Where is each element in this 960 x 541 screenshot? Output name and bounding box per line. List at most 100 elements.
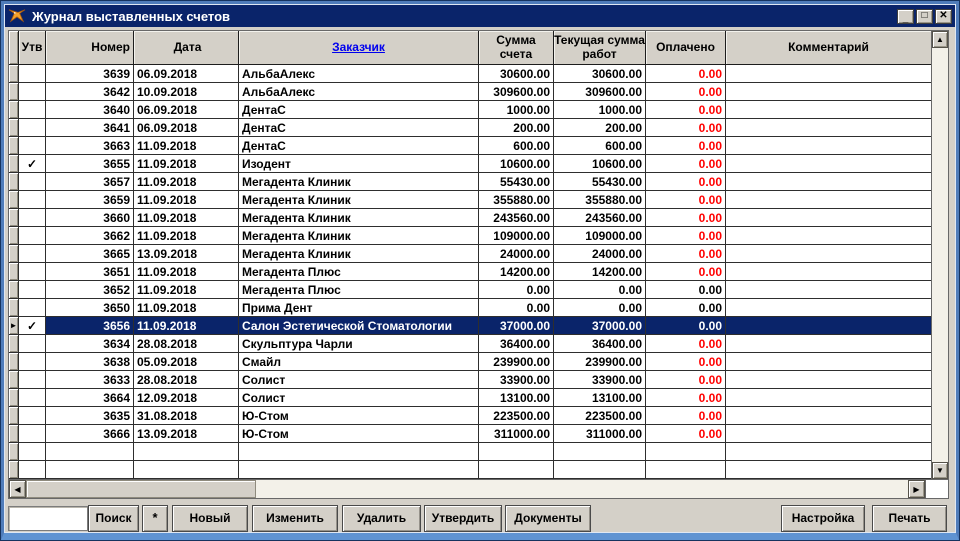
invoice-amount-cell[interactable]: 10600.00 [479,155,554,172]
approved-cell[interactable] [19,263,46,280]
approved-cell[interactable] [19,335,46,352]
paid-amount-cell[interactable]: 0.00 [646,353,726,370]
customer-cell[interactable]: Мегадента Клиник [239,227,479,244]
scroll-down-icon[interactable]: ▼ [932,462,948,479]
invoice-number-cell[interactable]: 3639 [46,65,134,82]
comment-cell[interactable] [726,263,931,280]
paid-amount-cell[interactable]: 0.00 [646,371,726,388]
current-amount-cell[interactable]: 200.00 [554,119,646,136]
comment-cell[interactable] [726,191,931,208]
approved-cell[interactable] [19,371,46,388]
minimize-button[interactable]: _ [897,9,914,24]
date-cell[interactable]: 06.09.2018 [134,119,239,136]
invoice-amount-cell[interactable]: 1000.00 [479,101,554,118]
invoice-amount-cell[interactable]: 14200.00 [479,263,554,280]
approved-cell[interactable] [19,245,46,262]
edit-button[interactable]: Изменить [252,505,338,532]
comment-cell[interactable] [726,281,931,298]
comment-cell[interactable] [726,407,931,424]
search-button[interactable]: Поиск [88,505,139,532]
approved-cell[interactable] [19,407,46,424]
date-cell[interactable]: 13.09.2018 [134,245,239,262]
invoice-number-cell[interactable]: 3664 [46,389,134,406]
invoice-amount-cell[interactable]: 24000.00 [479,245,554,262]
comment-cell[interactable] [726,137,931,154]
invoice-number-cell[interactable]: 3657 [46,173,134,190]
column-header-paid[interactable]: Оплачено [646,31,726,64]
column-header-current-amount[interactable]: Текущая сумма работ [554,31,646,64]
invoice-amount-cell[interactable]: 0.00 [479,299,554,316]
invoice-amount-cell[interactable]: 33900.00 [479,371,554,388]
customer-cell[interactable]: Смайл [239,353,479,370]
current-amount-cell[interactable]: 243560.00 [554,209,646,226]
settings-button[interactable]: Настройка [781,505,865,532]
comment-cell[interactable] [726,65,931,82]
new-button[interactable]: Новый [172,505,248,532]
customer-cell[interactable]: ДентаС [239,119,479,136]
invoice-amount-cell[interactable]: 600.00 [479,137,554,154]
invoice-amount-cell[interactable] [479,461,554,478]
maximize-button[interactable]: □ [916,9,933,24]
row-indicator-cell[interactable] [9,443,19,460]
comment-cell[interactable] [726,245,931,262]
date-cell[interactable]: 11.09.2018 [134,137,239,154]
table-row[interactable]: 366011.09.2018Мегадента Клиник243560.002… [9,209,931,227]
invoice-amount-cell[interactable]: 243560.00 [479,209,554,226]
table-row[interactable]: 366613.09.2018Ю-Стом311000.00311000.000.… [9,425,931,443]
customer-cell[interactable]: Мегадента Клиник [239,245,479,262]
documents-button[interactable]: Документы [505,505,591,532]
customer-cell[interactable]: Мегадента Клиник [239,173,479,190]
paid-amount-cell[interactable]: 0.00 [646,191,726,208]
comment-cell[interactable] [726,425,931,442]
table-row[interactable]: 365211.09.2018Мегадента Плюс0.000.000.00 [9,281,931,299]
approved-cell[interactable] [19,173,46,190]
invoice-number-cell[interactable]: 3666 [46,425,134,442]
current-amount-cell[interactable]: 30600.00 [554,65,646,82]
invoice-amount-cell[interactable]: 0.00 [479,281,554,298]
table-row[interactable] [9,443,931,461]
invoice-amount-cell[interactable] [479,443,554,460]
title-bar[interactable]: Журнал выставленных счетов _ □ ✕ [5,5,955,27]
customer-cell[interactable]: Изодент [239,155,479,172]
paid-amount-cell[interactable]: 0.00 [646,119,726,136]
row-indicator-cell[interactable] [9,335,19,352]
customer-cell[interactable]: АльбаАлекс [239,65,479,82]
row-indicator-cell[interactable] [9,389,19,406]
invoice-number-cell[interactable]: 3652 [46,281,134,298]
approved-cell[interactable] [19,425,46,442]
current-amount-cell[interactable]: 36400.00 [554,335,646,352]
paid-amount-cell[interactable]: 0.00 [646,263,726,280]
scroll-up-icon[interactable]: ▲ [932,31,948,48]
customer-cell[interactable]: ДентаС [239,101,479,118]
invoice-amount-cell[interactable]: 13100.00 [479,389,554,406]
row-indicator-cell[interactable] [9,245,19,262]
current-amount-cell[interactable]: 109000.00 [554,227,646,244]
customer-cell[interactable]: Салон Эстетической Стоматологии [239,317,479,334]
row-indicator-cell[interactable] [9,299,19,316]
customer-cell[interactable]: АльбаАлекс [239,83,479,100]
date-cell[interactable]: 11.09.2018 [134,155,239,172]
horizontal-scroll-track[interactable] [256,480,908,498]
paid-amount-cell[interactable]: 0.00 [646,65,726,82]
paid-amount-cell[interactable]: 0.00 [646,281,726,298]
comment-cell[interactable] [726,389,931,406]
paid-amount-cell[interactable]: 0.00 [646,209,726,226]
comment-cell[interactable] [726,371,931,388]
row-indicator-cell[interactable] [9,83,19,100]
invoice-amount-cell[interactable]: 55430.00 [479,173,554,190]
paid-amount-cell[interactable]: 0.00 [646,389,726,406]
approved-cell[interactable] [19,65,46,82]
paid-amount-cell[interactable]: 0.00 [646,83,726,100]
current-amount-cell[interactable] [554,443,646,460]
row-indicator-cell[interactable] [9,65,19,82]
customer-cell[interactable]: Солист [239,389,479,406]
column-header-approved[interactable]: Утв [19,31,46,64]
invoice-amount-cell[interactable]: 239900.00 [479,353,554,370]
paid-amount-cell[interactable]: 0.00 [646,101,726,118]
customer-cell[interactable]: Скульптура Чарли [239,335,479,352]
date-cell[interactable]: 28.08.2018 [134,371,239,388]
row-indicator-cell[interactable] [9,155,19,172]
table-row[interactable]: 364106.09.2018ДентаС200.00200.000.00 [9,119,931,137]
current-amount-cell[interactable]: 10600.00 [554,155,646,172]
current-amount-cell[interactable]: 0.00 [554,281,646,298]
